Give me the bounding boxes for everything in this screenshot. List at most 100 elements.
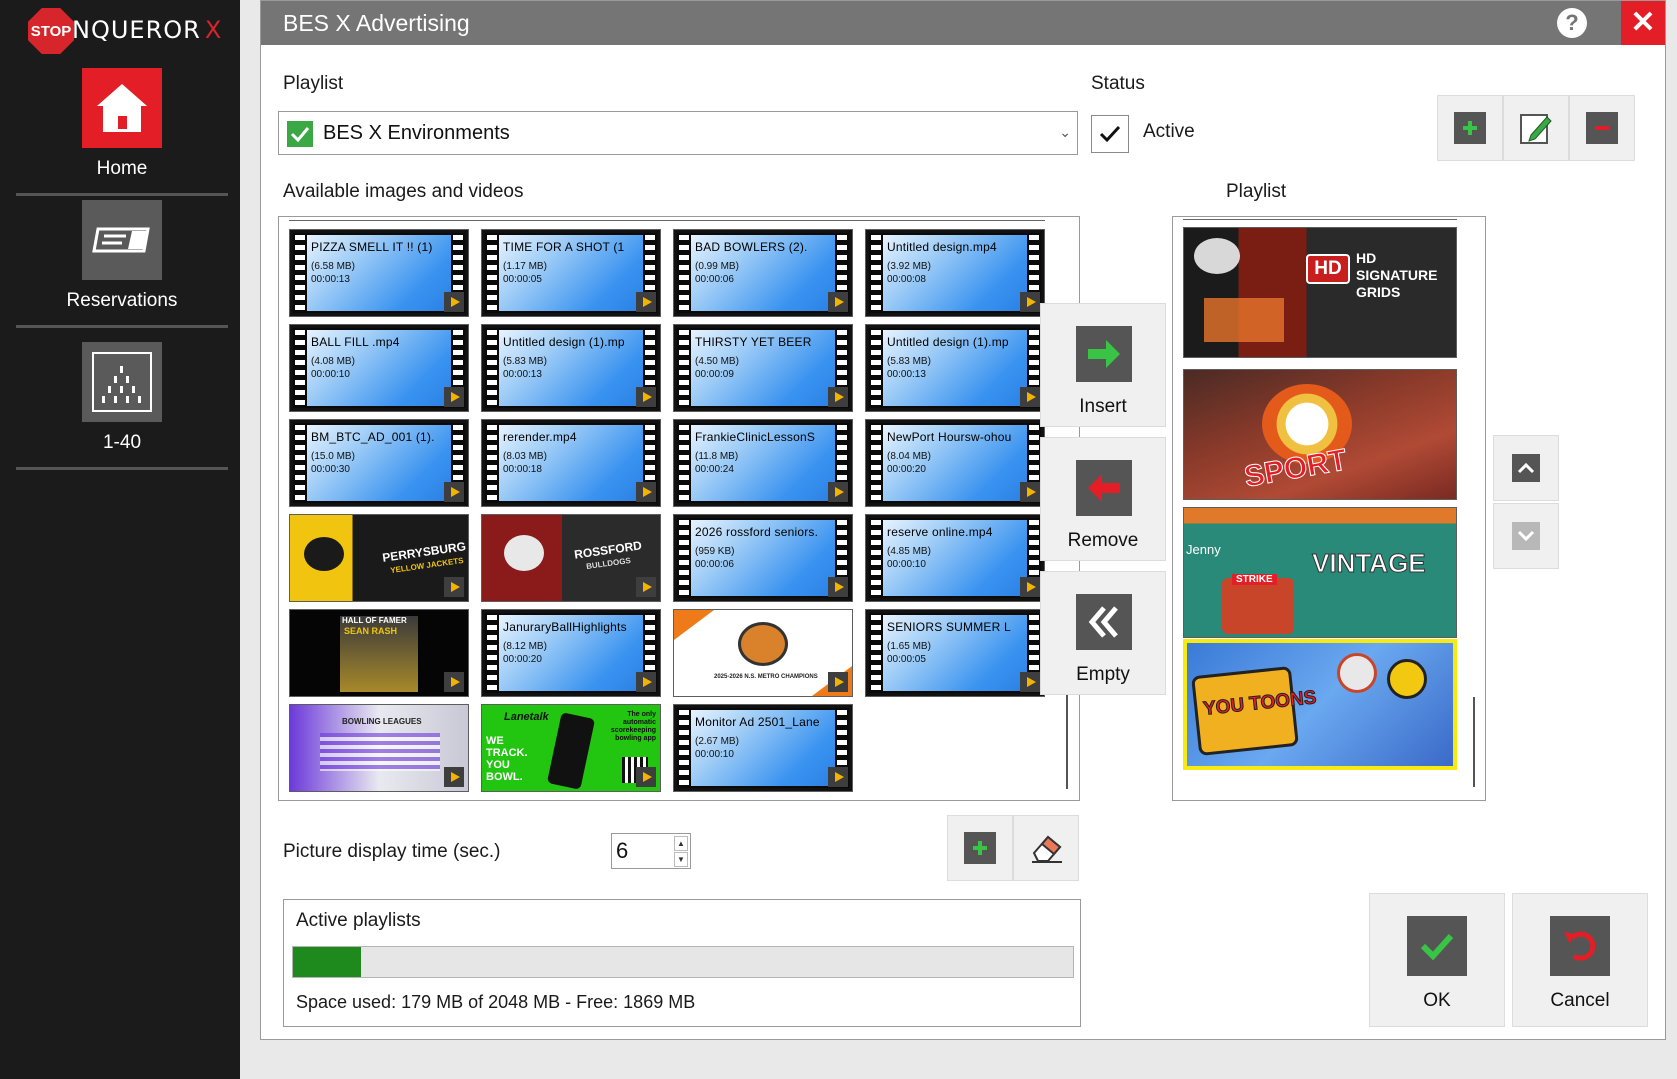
media-name: JanuraryBallHighlights	[503, 620, 627, 634]
image-title: HALL OF FAMER	[342, 616, 407, 625]
spinner-up-icon[interactable]: ▲	[674, 836, 688, 851]
play-icon[interactable]	[636, 387, 656, 407]
spinner-down-icon[interactable]: ▼	[674, 852, 688, 867]
media-video-item[interactable]: Monitor Ad 2501_Lane (2.67 MB) 00:00:10	[673, 704, 853, 792]
media-size: (1.17 MB)	[503, 261, 547, 272]
status-label: Status	[1091, 73, 1145, 94]
erase-media-button[interactable]	[1013, 815, 1079, 881]
play-icon[interactable]	[828, 767, 848, 787]
remove-button[interactable]: Remove	[1040, 437, 1166, 561]
media-video-item[interactable]: BALL FILL .mp4 (4.08 MB) 00:00:10	[289, 324, 469, 412]
media-duration: 00:00:20	[503, 654, 542, 665]
empty-button[interactable]: Empty	[1040, 571, 1166, 695]
move-up-button[interactable]	[1493, 435, 1559, 501]
media-image-item[interactable]: HALL OF FAMER SEAN RASH	[289, 609, 469, 697]
play-icon[interactable]	[636, 482, 656, 502]
media-video-item[interactable]: TIME FOR A SHOT (1 (1.17 MB) 00:00:05	[481, 229, 661, 317]
available-media-list[interactable]: PIZZA SMELL IT !! (1) (6.58 MB) 00:00:13 TI…	[278, 216, 1080, 801]
play-icon[interactable]	[444, 672, 464, 692]
insert-button[interactable]: Insert	[1040, 303, 1166, 427]
play-icon[interactable]	[828, 482, 848, 502]
space-usage-bar	[292, 946, 1074, 978]
media-name: 2026 rossford seniors.	[695, 525, 819, 539]
nav-reservations[interactable]: Reservations	[16, 200, 228, 328]
play-icon[interactable]	[828, 672, 848, 692]
media-video-item[interactable]: Untitled design (1).mp (5.83 MB) 00:00:13	[481, 324, 661, 412]
play-icon[interactable]	[1020, 482, 1040, 502]
picture-time-spinner[interactable]: 6 ▲ ▼	[611, 833, 691, 869]
play-icon[interactable]	[828, 292, 848, 312]
play-icon[interactable]	[444, 767, 464, 787]
media-duration: 00:00:06	[695, 274, 734, 285]
media-video-item[interactable]: FrankieClinicLessonS (11.8 MB) 00:00:24	[673, 419, 853, 507]
media-image-item[interactable]: BOWLING LEAGUES	[289, 704, 469, 792]
image-tagline: The only automatic scorekeeping bowling …	[610, 711, 656, 742]
playlist-item[interactable]: SPORT	[1183, 369, 1457, 500]
media-video-item[interactable]: Untitled design (1).mp (5.83 MB) 00:00:13	[865, 324, 1045, 412]
house-icon	[82, 68, 162, 148]
media-video-item[interactable]: BM_BTC_AD_001 (1). (15.0 MB) 00:00:30	[289, 419, 469, 507]
play-icon[interactable]	[1020, 672, 1040, 692]
media-grid: PIZZA SMELL IT !! (1) (6.58 MB) 00:00:13 TI…	[289, 229, 1045, 792]
eagle-ball-graphic	[1194, 238, 1240, 274]
media-video-item[interactable]: reserve online.mp4 (4.85 MB) 00:00:10	[865, 514, 1045, 602]
add-playlist-button[interactable]	[1437, 95, 1503, 161]
add-media-button[interactable]	[947, 815, 1013, 881]
media-image-item[interactable]: ROSSFORD BULLDOGS	[481, 514, 661, 602]
nav-lanes[interactable]: 1-40	[16, 342, 228, 470]
move-down-button[interactable]	[1493, 503, 1559, 569]
delete-playlist-button[interactable]	[1569, 95, 1635, 161]
play-icon[interactable]	[1020, 387, 1040, 407]
picture-time-value[interactable]: 6	[616, 838, 628, 864]
play-icon[interactable]	[444, 387, 464, 407]
media-video-item[interactable]: SENIORS SUMMER L (1.65 MB) 00:00:05	[865, 609, 1045, 697]
play-icon[interactable]	[1020, 292, 1040, 312]
play-icon[interactable]	[444, 482, 464, 502]
media-size: (11.8 MB)	[695, 451, 739, 462]
playlist-item[interactable]: Jenny STRIKE VINTAGE	[1183, 507, 1457, 638]
playlist-dropdown[interactable]: BES X Environments ⌄	[278, 111, 1078, 155]
help-button[interactable]: ?	[1557, 8, 1587, 38]
media-meta: (5.83 MB) 00:00:13	[503, 355, 547, 381]
play-icon[interactable]	[444, 577, 464, 597]
media-image-item[interactable]: Lanetalk WE TRACK. YOU BOWL. The only auto…	[481, 704, 661, 792]
media-video-item[interactable]: NewPort Hoursw-ohou (8.04 MB) 00:00:20	[865, 419, 1045, 507]
media-video-item[interactable]: 2026 rossford seniors. (959 KB) 00:00:06	[673, 514, 853, 602]
playlist-item-selected[interactable]: YOU TOONS	[1183, 639, 1457, 770]
media-video-item[interactable]: JanuraryBallHighlights (8.12 MB) 00:00:20	[481, 609, 661, 697]
media-video-item[interactable]: BAD BOWLERS (2). (0.99 MB) 00:00:06	[673, 229, 853, 317]
media-name: SENIORS SUMMER L	[887, 620, 1011, 634]
media-meta: (4.50 MB) 00:00:09	[695, 355, 739, 381]
media-duration: 00:00:18	[503, 464, 542, 475]
play-icon[interactable]	[828, 387, 848, 407]
media-video-item[interactable]: Untitled design.mp4 (3.92 MB) 00:00:08	[865, 229, 1045, 317]
play-icon[interactable]	[636, 672, 656, 692]
cancel-button[interactable]: Cancel	[1512, 893, 1648, 1027]
plus-icon	[964, 832, 996, 864]
close-button[interactable]: ✕	[1621, 1, 1665, 45]
edit-playlist-button[interactable]	[1503, 95, 1569, 161]
media-image-item[interactable]: 2025-2026 N.S. METRO CHAMPIONS	[673, 609, 853, 697]
playlist-list[interactable]: HD HD SIGNATURE GRIDS SPORT Jenny STRIKE…	[1172, 216, 1486, 801]
play-icon[interactable]	[444, 292, 464, 312]
play-icon[interactable]	[828, 577, 848, 597]
play-icon[interactable]	[636, 292, 656, 312]
media-size: (4.85 MB)	[887, 546, 931, 557]
media-video-item[interactable]: PIZZA SMELL IT !! (1) (6.58 MB) 00:00:13	[289, 229, 469, 317]
media-video-item[interactable]: THIRSTY YET BEER (4.50 MB) 00:00:09	[673, 324, 853, 412]
player-name: Jenny	[1186, 542, 1221, 557]
play-icon[interactable]	[1020, 577, 1040, 597]
status-active-checkbox[interactable]	[1091, 115, 1129, 153]
image-title: Lanetalk	[504, 711, 549, 723]
playlist-scrollbar[interactable]	[1473, 697, 1475, 787]
ok-button[interactable]: OK	[1369, 893, 1505, 1027]
media-image-item[interactable]: PERRYSBURG YELLOW JACKETS	[289, 514, 469, 602]
media-video-item[interactable]: rerender.mp4 (8.03 MB) 00:00:18	[481, 419, 661, 507]
playlist-item[interactable]: HD HD SIGNATURE GRIDS	[1183, 227, 1457, 358]
filmstrip-icon: Untitled design.mp4 (3.92 MB) 00:00:08	[869, 233, 1041, 313]
play-icon[interactable]	[636, 767, 656, 787]
app-sidebar: STOP NQUEROR X Home Reservations 1-40	[0, 0, 240, 1079]
play-icon[interactable]	[636, 577, 656, 597]
nav-home[interactable]: Home	[16, 68, 228, 196]
media-size: (15.0 MB)	[311, 451, 355, 462]
